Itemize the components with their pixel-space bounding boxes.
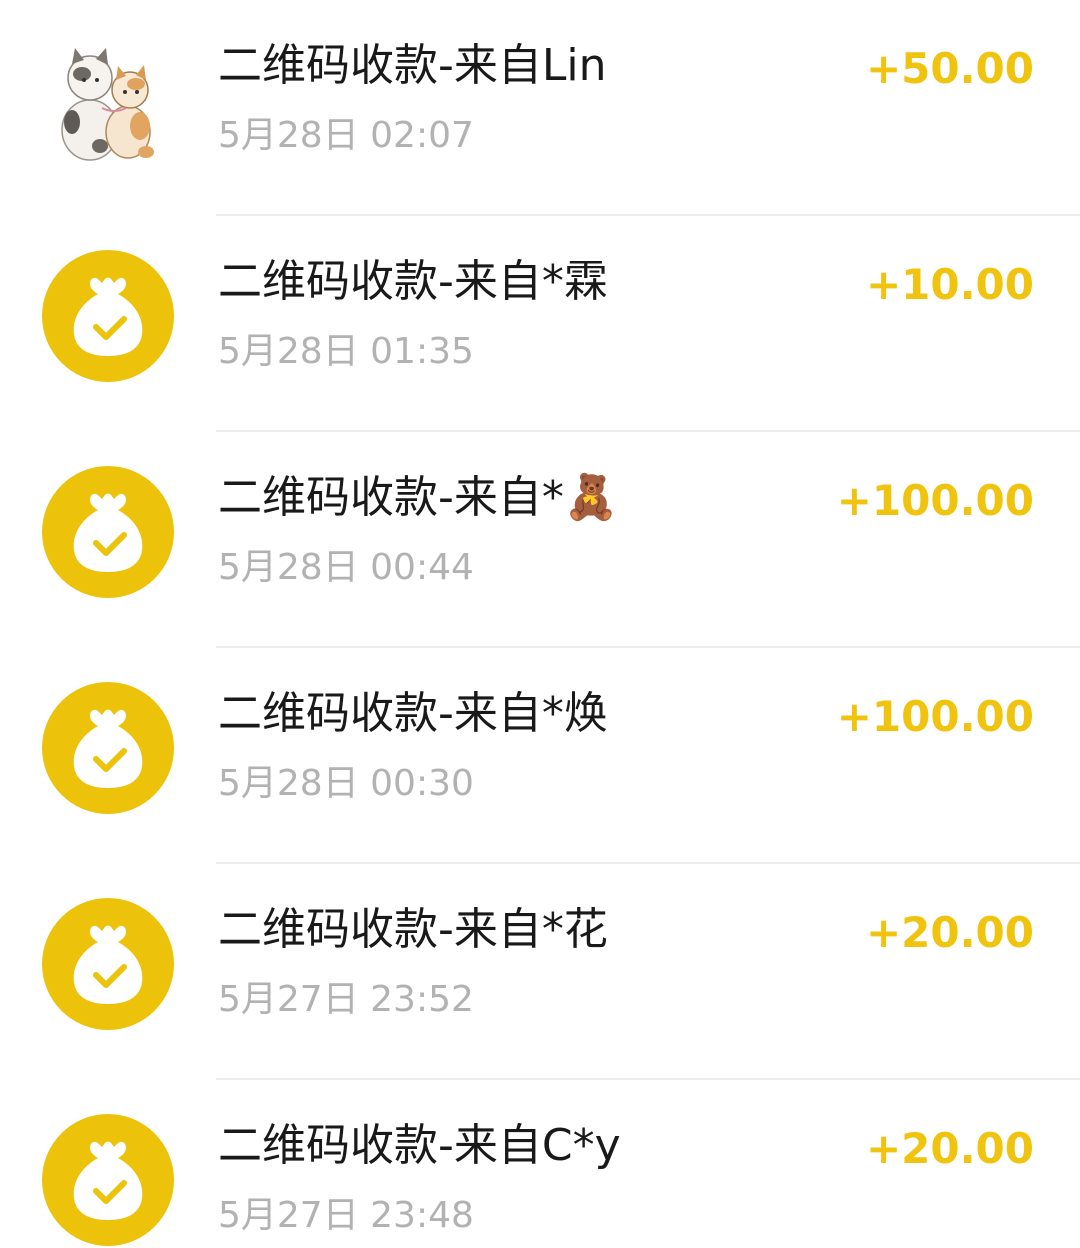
transaction-list: 二维码收款-来自Lin 5月28日 02:07 +50.00 二维码收款-来自*…: [0, 0, 1080, 1248]
transaction-amount: +100.00: [836, 476, 1034, 525]
transaction-row[interactable]: 二维码收款-来自*花 5月27日 23:52 +20.00: [0, 864, 1080, 1080]
transaction-row[interactable]: 二维码收款-来自*霖 5月28日 01:35 +10.00: [0, 216, 1080, 432]
transaction-title: 二维码收款-来自Lin: [218, 40, 607, 91]
transaction-row[interactable]: 二维码收款-来自*🧸 5月28日 00:44 +100.00: [0, 432, 1080, 648]
transaction-amount: +100.00: [836, 692, 1034, 741]
transaction-time: 5月28日 00:44: [218, 547, 474, 588]
money-bag-icon: [42, 898, 174, 1030]
transaction-row[interactable]: 二维码收款-来自Lin 5月28日 02:07 +50.00: [0, 0, 1080, 216]
transaction-title: 二维码收款-来自*🧸: [218, 472, 619, 523]
transaction-title: 二维码收款-来自*霖: [218, 256, 608, 307]
money-bag-icon: [42, 1114, 174, 1246]
transaction-row[interactable]: 二维码收款-来自C*y 5月27日 23:48 +20.00: [0, 1080, 1080, 1248]
transaction-time: 5月28日 00:30: [218, 763, 474, 804]
transaction-title: 二维码收款-来自*花: [218, 904, 608, 955]
transaction-title: 二维码收款-来自C*y: [218, 1120, 621, 1171]
transaction-time: 5月28日 02:07: [218, 115, 474, 156]
transaction-amount: +20.00: [865, 908, 1034, 957]
transaction-amount: +20.00: [865, 1124, 1034, 1173]
money-bag-icon: [42, 466, 174, 598]
money-bag-icon: [42, 250, 174, 382]
transaction-amount: +10.00: [865, 260, 1034, 309]
transaction-time: 5月28日 01:35: [218, 331, 474, 372]
transaction-time: 5月27日 23:52: [218, 979, 474, 1020]
cat-photo-avatar: [42, 34, 174, 166]
transaction-amount: +50.00: [865, 44, 1034, 93]
money-bag-icon: [42, 682, 174, 814]
transaction-time: 5月27日 23:48: [218, 1195, 474, 1236]
transaction-title: 二维码收款-来自*焕: [218, 688, 608, 739]
transaction-row[interactable]: 二维码收款-来自*焕 5月28日 00:30 +100.00: [0, 648, 1080, 864]
